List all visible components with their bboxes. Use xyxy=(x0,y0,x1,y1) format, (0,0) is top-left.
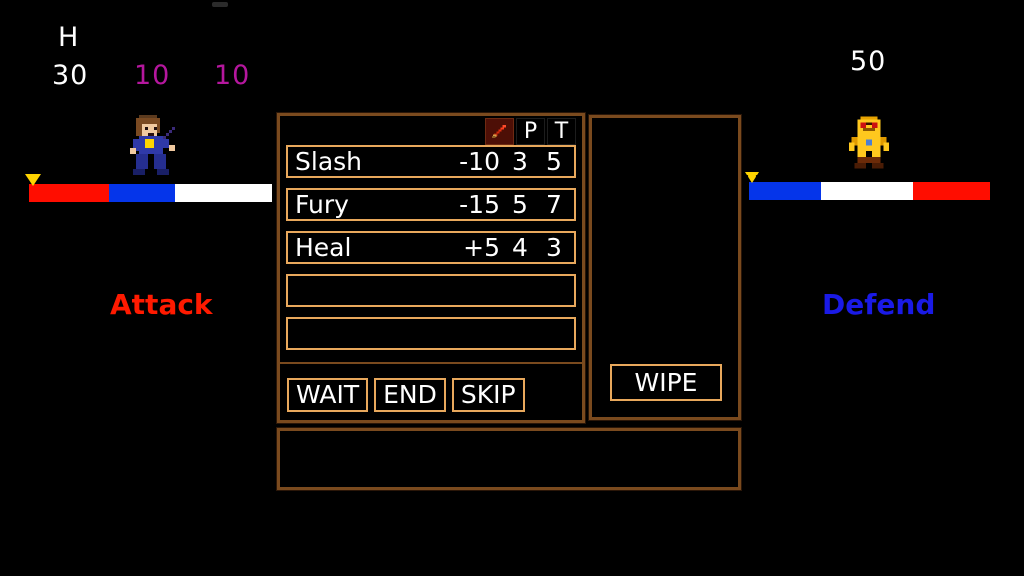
skill-column-headers: P T xyxy=(485,118,576,145)
player-health-bar xyxy=(28,183,273,203)
skill-p: 3 xyxy=(512,147,528,176)
enemy-turn-marker xyxy=(745,172,759,183)
player-stat-mp: 10 xyxy=(134,60,171,91)
command-button-end[interactable]: END xyxy=(374,378,446,412)
skill-row[interactable]: Fury -15 5 7 xyxy=(286,188,576,221)
column-header-t: T xyxy=(547,118,576,145)
skill-power: +5 xyxy=(463,233,500,262)
skill-row[interactable]: Slash -10 3 5 xyxy=(286,145,576,178)
player-hp-label: H xyxy=(58,22,80,53)
bar-segment-2 xyxy=(174,184,272,202)
player-action-label: Attack xyxy=(110,288,213,321)
bar-segment-1 xyxy=(821,182,913,200)
command-button-bar: WAIT END SKIP xyxy=(287,378,525,412)
screen-artifact xyxy=(212,2,228,7)
skill-window-divider xyxy=(280,362,582,364)
skill-name: Slash xyxy=(295,147,363,176)
message-window xyxy=(276,427,742,491)
bar-segment-1 xyxy=(109,184,175,202)
enemy-action-label: Defend xyxy=(822,288,936,321)
enemy-sprite xyxy=(848,116,890,169)
skill-list: Slash -10 3 5 Fury -15 5 7 Heal +5 4 3 xyxy=(286,145,576,360)
skill-slot-empty[interactable] xyxy=(286,317,576,350)
skill-window: P T Slash -10 3 5 Fury -15 5 7 Heal +5 4 3 WAIT END S… xyxy=(276,112,586,424)
wipe-button[interactable]: WIPE xyxy=(610,364,722,401)
player-sprite xyxy=(130,115,175,175)
player-hp-value: 30 xyxy=(52,60,89,91)
player-stat-sp: 10 xyxy=(214,60,251,91)
battle-screen: H 30 10 10 Attack 50 Defend P T Slash -1… xyxy=(0,0,1024,576)
skill-power: -15 xyxy=(459,190,500,219)
bar-segment-0 xyxy=(749,182,822,200)
skill-t: 7 xyxy=(546,190,562,219)
side-window: WIPE xyxy=(588,114,742,421)
command-button-wait[interactable]: WAIT xyxy=(287,378,369,412)
skill-t: 3 xyxy=(546,233,562,262)
enemy-health-bar xyxy=(748,181,991,201)
skill-row[interactable]: Heal +5 4 3 xyxy=(286,231,576,264)
sword-icon xyxy=(485,118,514,145)
skill-power: -10 xyxy=(459,147,500,176)
skill-name: Heal xyxy=(295,233,352,262)
command-button-skip[interactable]: SKIP xyxy=(451,378,525,412)
skill-name: Fury xyxy=(295,190,349,219)
skill-p: 5 xyxy=(512,190,528,219)
skill-p: 4 xyxy=(512,233,528,262)
player-turn-marker xyxy=(25,174,41,186)
column-header-p: P xyxy=(516,118,545,145)
bar-segment-2 xyxy=(912,182,990,200)
skill-slot-empty[interactable] xyxy=(286,274,576,307)
enemy-hp-value: 50 xyxy=(850,46,887,77)
bar-segment-0 xyxy=(29,184,110,202)
skill-t: 5 xyxy=(546,147,562,176)
